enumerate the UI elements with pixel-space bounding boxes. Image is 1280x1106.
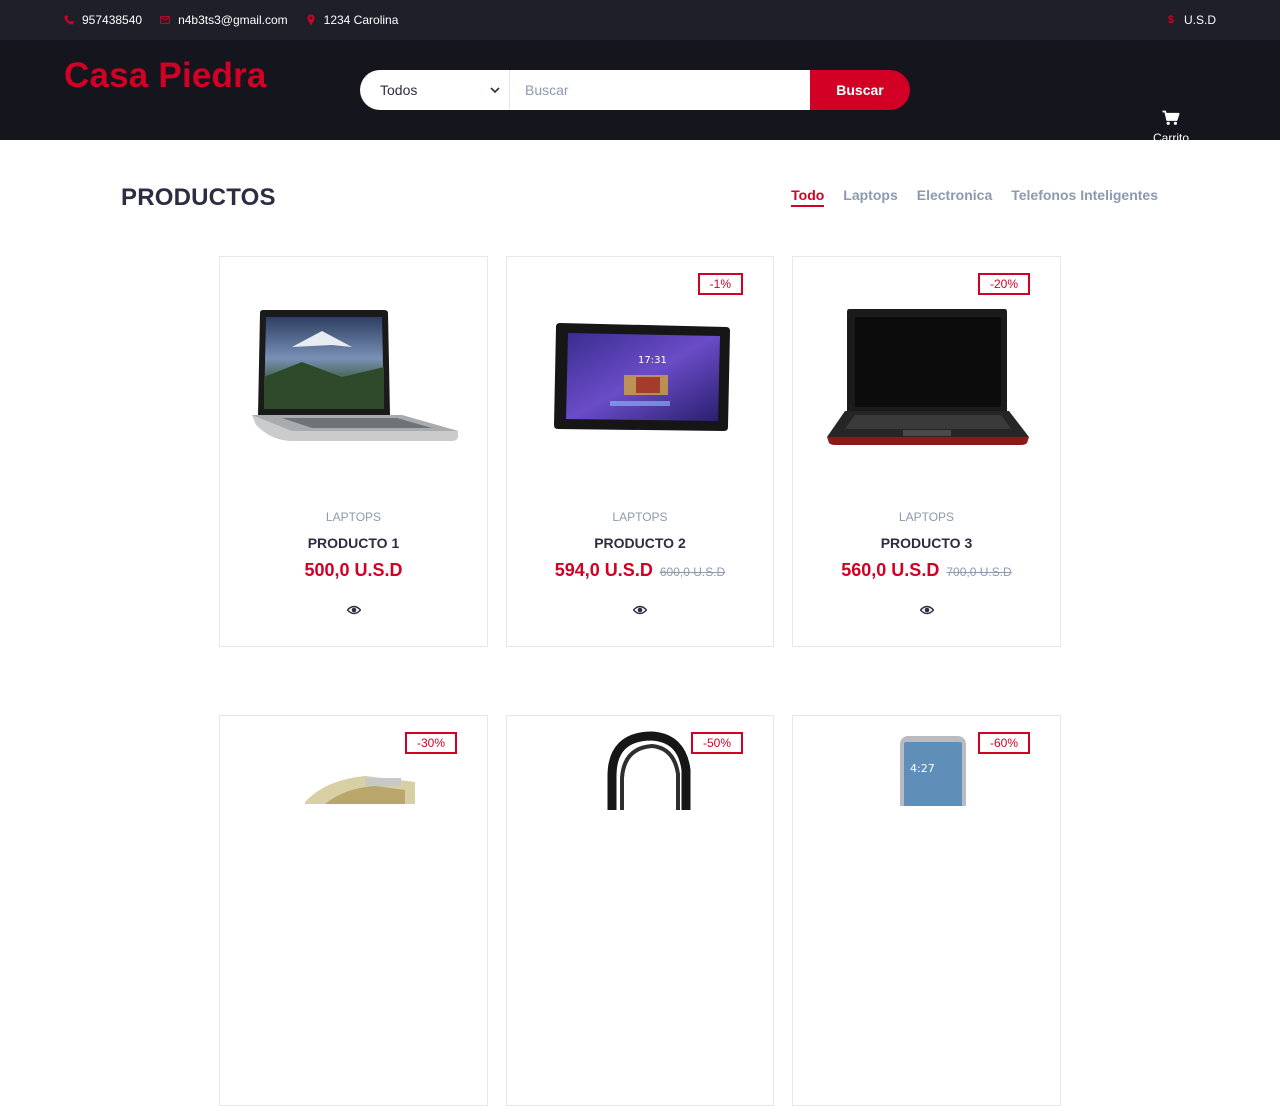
svg-text:4:27: 4:27 [910, 762, 935, 775]
tab-laptops[interactable]: Laptops [843, 187, 897, 207]
discount-badge: -1% [697, 273, 743, 295]
product-price: 500,0 U.S.D [220, 560, 487, 581]
email-address: n4b3ts3@gmail.com [178, 13, 288, 27]
product-category: LAPTOPS [325, 510, 382, 524]
phone-icon [64, 15, 74, 25]
envelope-icon [160, 15, 170, 25]
chevron-down-icon [489, 84, 501, 96]
product-price: 594,0 U.S.D 600,0 U.S.D [507, 560, 773, 581]
cart-label: Carrito [1152, 131, 1189, 145]
product-card[interactable]: LAPTOPS PRODUCTO 1 500,0 U.S.D [219, 256, 488, 647]
product-image-smartphone[interactable]: 4:27 [823, 736, 1032, 806]
product-card[interactable]: -20% LAPTOPS PRODUCTO 3 560,0 U.S.D 700,… [792, 256, 1061, 647]
tab-electronica[interactable]: Electronica [917, 187, 992, 207]
product-image-camera-film[interactable] [250, 764, 459, 844]
address-link[interactable]: 1234 Carolina [306, 13, 399, 27]
old-price: 600,0 U.S.D [659, 565, 726, 579]
eye-icon[interactable] [507, 605, 773, 615]
product-card[interactable]: -30% [219, 715, 488, 1106]
shopping-cart-icon [1140, 110, 1202, 128]
old-price: 700,0 U.S.D [946, 565, 1012, 579]
tab-todo[interactable]: Todo [791, 187, 825, 207]
svg-text:17:31: 17:31 [638, 355, 667, 366]
logo[interactable]: Casa Piedra [64, 56, 267, 96]
product-category: LAPTOPS [898, 510, 955, 524]
search-button[interactable]: Buscar [810, 70, 910, 110]
dollar-icon: $ [1167, 14, 1175, 26]
current-price: 594,0 U.S.D [554, 560, 653, 580]
current-price: 560,0 U.S.D [841, 560, 940, 580]
map-marker-icon [306, 14, 316, 26]
product-image-macbook-laptop[interactable] [250, 297, 459, 457]
email-link[interactable]: n4b3ts3@gmail.com [160, 13, 288, 27]
product-name[interactable]: PRODUCTO 1 [220, 535, 487, 551]
top-bar: 957438540 n4b3ts3@gmail.com 1234 Carolin… [0, 0, 1280, 40]
product-name[interactable]: PRODUCTO 3 [793, 535, 1060, 551]
tab-telefonos-inteligentes[interactable]: Telefonos Inteligentes [1011, 187, 1158, 207]
category-select-value: Todos [380, 82, 418, 98]
discount-badge: -20% [977, 273, 1030, 295]
cart-button[interactable]: Carrito [1140, 110, 1202, 145]
eye-icon[interactable] [793, 605, 1060, 615]
discount-badge: -30% [404, 732, 457, 754]
category-select[interactable]: Todos [360, 70, 510, 110]
product-card[interactable]: -50% [506, 715, 774, 1106]
search-input[interactable] [510, 70, 810, 110]
current-price: 500,0 U.S.D [304, 560, 403, 580]
category-tabs: Todo Laptops Electronica Telefonos Intel… [791, 187, 1158, 207]
main-header: Casa Piedra Todos Buscar Carrito [0, 40, 1280, 145]
phone-link[interactable]: 957438540 [64, 13, 142, 27]
phone-number: 957438540 [82, 13, 143, 27]
product-image-headphones[interactable] [537, 730, 746, 810]
eye-icon[interactable] [220, 605, 487, 615]
currency-label: U.S.D [1183, 13, 1216, 27]
product-image-tablet[interactable]: 17:31 [537, 297, 746, 457]
product-image-black-laptop[interactable] [823, 297, 1032, 457]
product-price: 560,0 U.S.D 700,0 U.S.D [793, 560, 1060, 581]
section-title: PRODUCTOS [121, 184, 276, 211]
product-card[interactable]: -1% 17:31 LAPTOPS PRODUCTO 2 594,0 U.S.D… [506, 256, 774, 647]
currency-selector[interactable]: $ U.S.D [1166, 13, 1216, 27]
product-card[interactable]: -60% 4:27 [792, 715, 1061, 1106]
search-form: Todos Buscar [360, 70, 910, 110]
product-category: LAPTOPS [612, 510, 668, 524]
address-text: 1234 Carolina [323, 13, 399, 27]
product-name[interactable]: PRODUCTO 2 [507, 535, 773, 551]
